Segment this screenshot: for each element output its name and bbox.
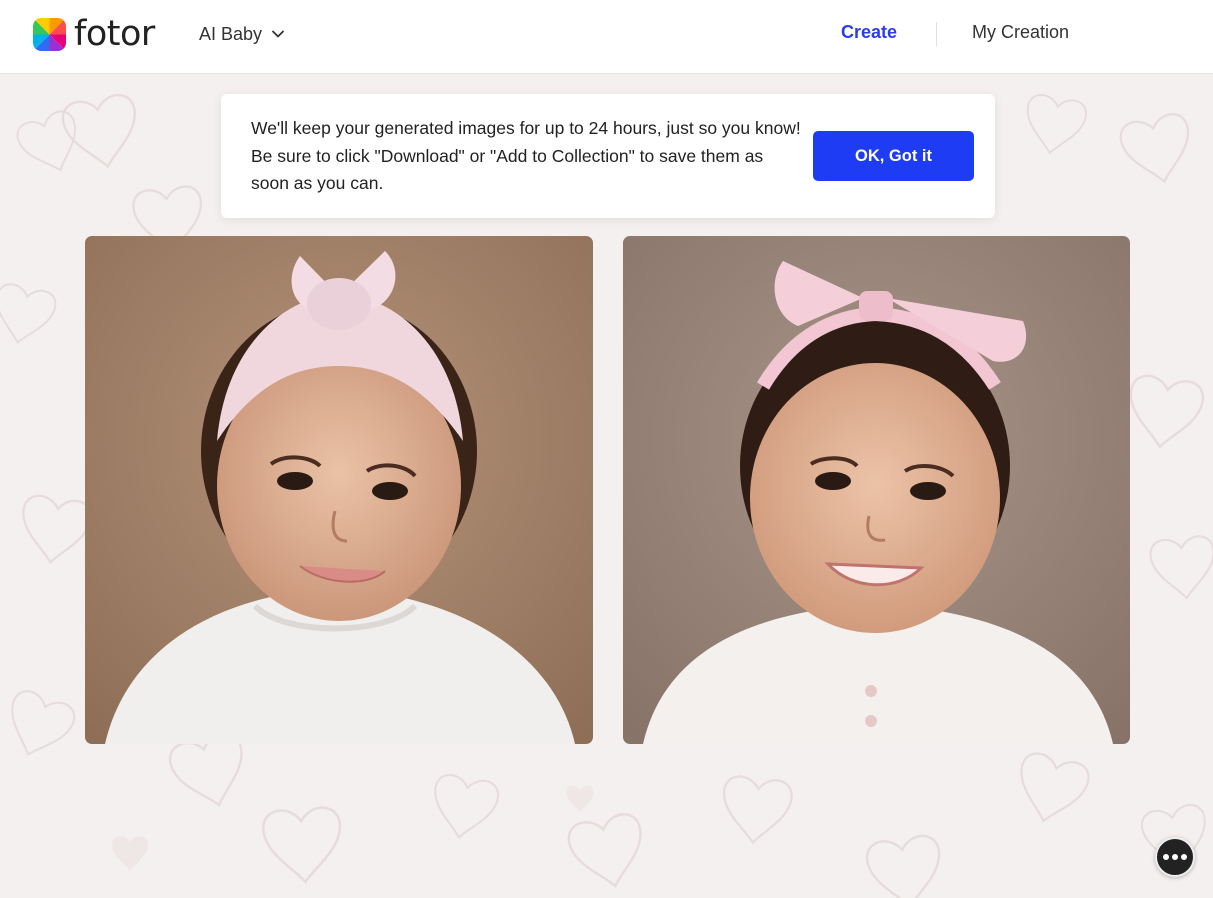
product-menu-label: AI Baby <box>199 23 263 44</box>
nav-create[interactable]: Create <box>841 22 897 43</box>
chevron-down-icon <box>272 30 284 38</box>
product-menu-dropdown[interactable]: AI Baby <box>199 22 285 46</box>
generated-image-1[interactable] <box>85 236 593 744</box>
nav-divider <box>936 22 937 46</box>
more-horizontal-icon <box>1181 854 1187 860</box>
brand-name: fotor <box>74 14 155 54</box>
more-horizontal-icon <box>1172 854 1178 860</box>
baby-portrait-image <box>85 236 593 744</box>
more-horizontal-icon <box>1163 854 1169 860</box>
top-header: fotor AI Baby Create My Creation <box>0 0 1213 74</box>
retention-notice: We'll keep your generated images for up … <box>221 94 995 218</box>
more-options-button[interactable] <box>1155 837 1195 877</box>
notice-message: We'll keep your generated images for up … <box>251 118 801 193</box>
fotor-logo-icon <box>33 17 66 51</box>
fotor-logo[interactable]: fotor <box>33 14 155 54</box>
page: fotor AI Baby Create My Creation We'll k… <box>0 0 1213 898</box>
baby-portrait-image <box>623 236 1130 744</box>
generated-image-2[interactable] <box>623 236 1130 744</box>
nav-my-creation[interactable]: My Creation <box>972 22 1069 43</box>
ok-got-it-button[interactable]: OK, Got it <box>813 131 974 181</box>
